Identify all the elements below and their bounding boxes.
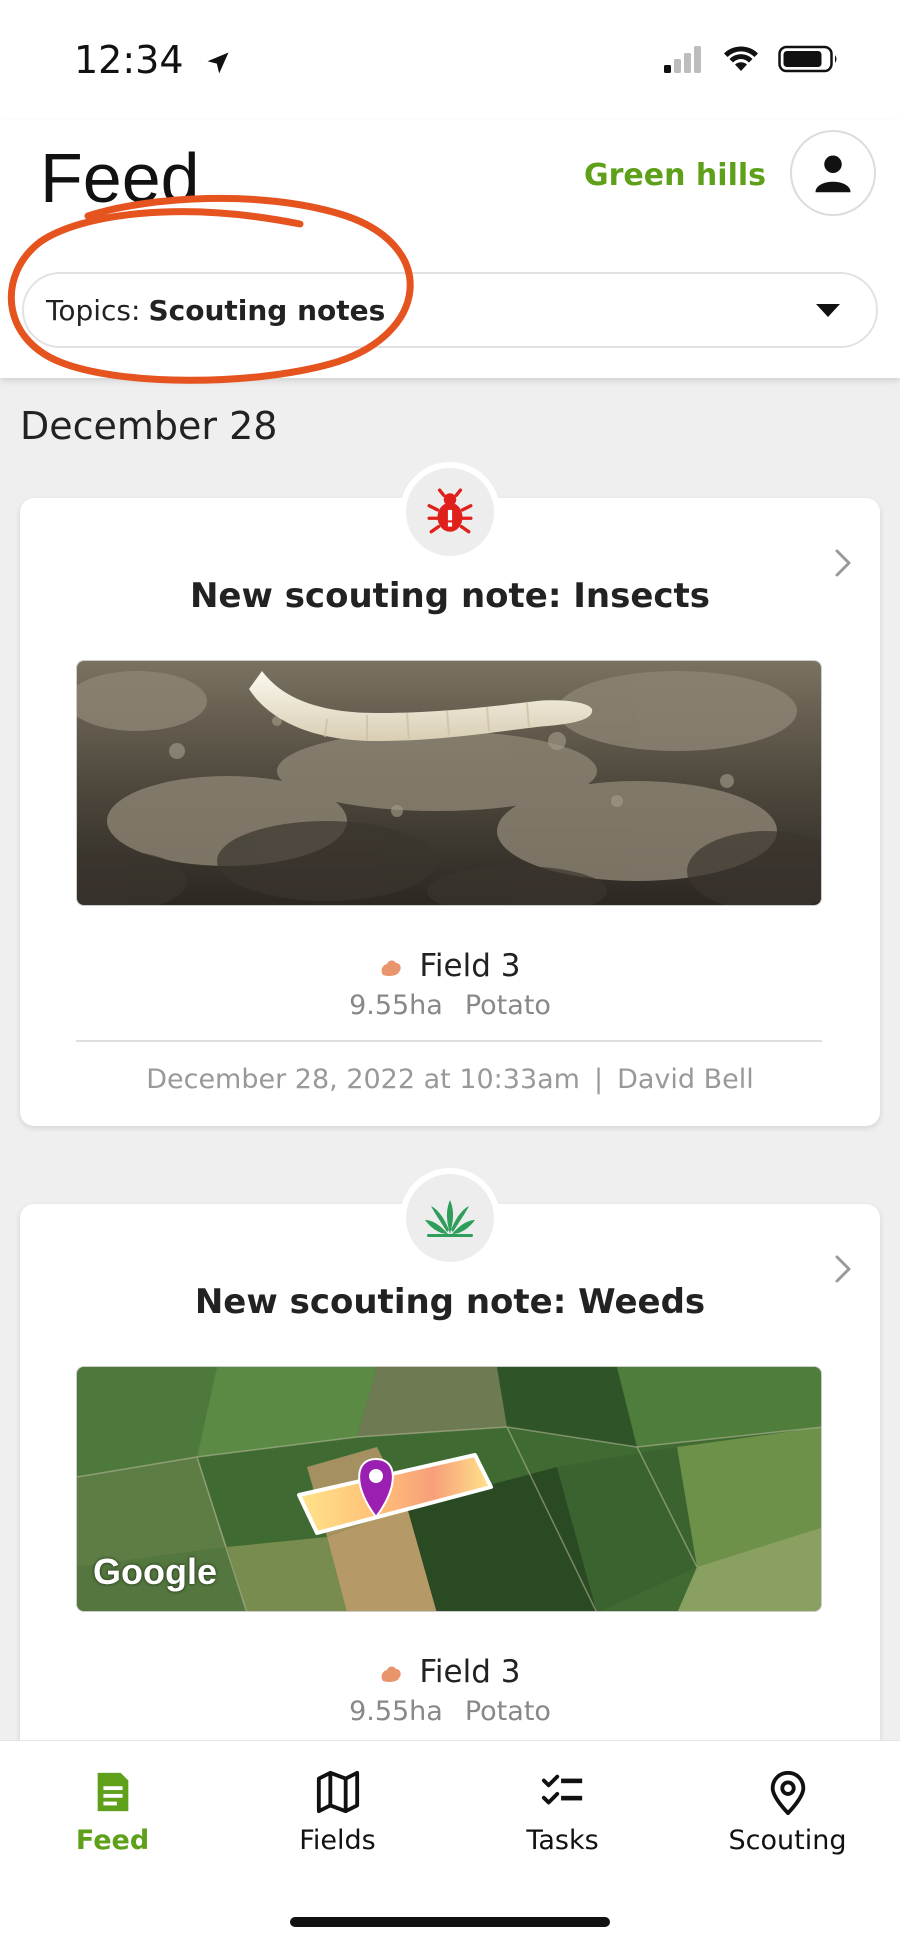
field-crop: Potato bbox=[464, 1696, 551, 1727]
location-pin-icon bbox=[770, 1770, 805, 1815]
tab-bar: Feed Fields Tasks Scouting bbox=[0, 1740, 900, 1949]
card-title: New scouting note: Insects bbox=[189, 576, 711, 616]
field-name: Field 3 bbox=[20, 948, 880, 984]
profile-button[interactable] bbox=[790, 130, 876, 216]
field-crop: Potato bbox=[464, 990, 551, 1021]
page-title: Feed bbox=[40, 139, 200, 217]
google-attribution: Google bbox=[93, 1551, 217, 1592]
bug-icon bbox=[427, 488, 473, 534]
chevron-right-icon[interactable] bbox=[834, 548, 852, 578]
card-divider bbox=[76, 1040, 822, 1042]
farm-selector[interactable]: Green hills bbox=[584, 158, 766, 193]
field-shape-icon bbox=[381, 1665, 401, 1682]
chevron-right-icon[interactable] bbox=[834, 1254, 852, 1284]
home-indicator bbox=[290, 1917, 610, 1927]
field-meta: 9.55ha Potato bbox=[20, 990, 880, 1021]
tab-feed[interactable]: Feed bbox=[0, 1769, 225, 1856]
caret-down-icon bbox=[816, 304, 840, 317]
checklist-icon bbox=[541, 1774, 582, 1805]
feed-card[interactable]: New scouting note: Weeds Google Field 3 … bbox=[20, 1168, 880, 1764]
feed-card[interactable]: New scouting note: Insects Field 3 9.55h… bbox=[20, 462, 880, 1126]
note-author: David Bell bbox=[617, 1064, 754, 1095]
card-badge bbox=[400, 1168, 500, 1268]
status-time: 12:34 bbox=[74, 38, 232, 82]
footer-separator: | bbox=[593, 1064, 604, 1095]
card-badge bbox=[400, 462, 500, 562]
field-name-text: Field 3 bbox=[419, 948, 521, 984]
battery-icon bbox=[778, 45, 837, 73]
date-heading: December 28 bbox=[20, 404, 278, 448]
field-name: Field 3 bbox=[20, 1654, 880, 1690]
status-bar: 12:34 bbox=[0, 0, 900, 120]
card-footer: December 28, 2022 at 10:33am | David Bell bbox=[20, 1064, 880, 1095]
tab-label: Tasks bbox=[526, 1825, 599, 1856]
field-shape-icon bbox=[381, 959, 401, 976]
user-icon bbox=[815, 155, 851, 193]
scouting-photo[interactable] bbox=[76, 660, 822, 906]
field-meta: 9.55ha Potato bbox=[20, 1696, 880, 1727]
tab-label: Scouting bbox=[728, 1825, 847, 1856]
status-time-text: 12:34 bbox=[74, 38, 184, 82]
field-name-text: Field 3 bbox=[419, 1654, 521, 1690]
header: Feed Green hills Topics: Scouting notes bbox=[0, 120, 900, 378]
document-icon bbox=[97, 1772, 128, 1812]
topics-value: Scouting notes bbox=[148, 293, 386, 327]
tab-label: Feed bbox=[75, 1825, 150, 1856]
note-timestamp: December 28, 2022 at 10:33am bbox=[146, 1064, 580, 1095]
tab-label: Fields bbox=[299, 1825, 376, 1856]
field-map[interactable]: Google bbox=[76, 1366, 822, 1612]
field-area: 9.55ha bbox=[349, 1696, 443, 1727]
tab-tasks[interactable]: Tasks bbox=[450, 1769, 675, 1856]
field-area: 9.55ha bbox=[349, 990, 443, 1021]
tab-scouting[interactable]: Scouting bbox=[675, 1769, 900, 1856]
tab-fields[interactable]: Fields bbox=[225, 1769, 450, 1856]
status-icons bbox=[664, 44, 840, 74]
grub-photo-image bbox=[77, 661, 821, 905]
weed-icon bbox=[425, 1200, 475, 1237]
topics-dropdown[interactable]: Topics: Scouting notes bbox=[22, 272, 878, 348]
wifi-icon bbox=[724, 46, 758, 71]
topics-label: Topics: bbox=[46, 293, 141, 327]
location-arrow-icon bbox=[207, 52, 229, 73]
cellular-signal-icon bbox=[664, 46, 701, 73]
map-icon bbox=[316, 1770, 359, 1814]
card-title: New scouting note: Weeds bbox=[194, 1282, 706, 1322]
